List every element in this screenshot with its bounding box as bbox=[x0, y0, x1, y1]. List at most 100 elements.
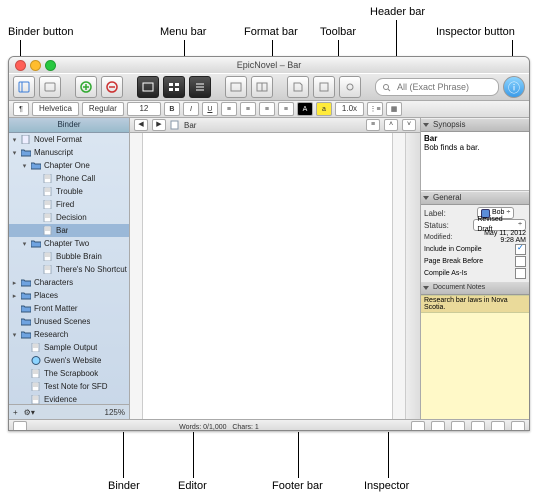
binder-item[interactable]: Phone Call bbox=[9, 172, 129, 185]
binder-item[interactable]: Bubble Brain bbox=[9, 250, 129, 263]
binder-item[interactable]: ▾Manuscript bbox=[9, 146, 129, 159]
binder-add-button[interactable]: + bbox=[13, 408, 18, 417]
align-center-button[interactable]: ≡ bbox=[240, 102, 256, 116]
editor-text-area[interactable] bbox=[130, 133, 405, 419]
footer-left-button[interactable] bbox=[13, 421, 27, 431]
footer-target-button[interactable] bbox=[411, 421, 425, 431]
line-spacing-select[interactable]: 1.0x bbox=[335, 102, 364, 116]
binder-item[interactable]: ▸Characters bbox=[9, 276, 129, 289]
nav-down-button[interactable]: ˅ bbox=[402, 119, 416, 131]
add-button[interactable] bbox=[75, 76, 97, 98]
binder-actions-button[interactable]: ⚙▾ bbox=[24, 408, 35, 417]
magnify-icon bbox=[382, 83, 391, 92]
binder-item[interactable]: The Scrapbook bbox=[9, 367, 129, 380]
general-header[interactable]: General bbox=[421, 191, 529, 205]
document-notes[interactable]: Research bar laws in Nova Scotia. bbox=[421, 295, 529, 419]
footer-view-button-3[interactable] bbox=[471, 421, 485, 431]
include-compile-checkbox[interactable] bbox=[515, 244, 526, 255]
synopsis-card[interactable]: Bar Bob finds a bar. bbox=[421, 132, 529, 191]
quickref-button[interactable] bbox=[313, 76, 335, 98]
nav-back-button[interactable]: ◀ bbox=[134, 119, 148, 131]
binder-item[interactable]: ▾Chapter One bbox=[9, 159, 129, 172]
synopsis-title: Bar bbox=[424, 134, 526, 143]
callout-binder: Binder bbox=[108, 480, 140, 492]
editor-menu-button[interactable]: ≡ bbox=[366, 119, 380, 131]
search-input[interactable] bbox=[395, 81, 492, 93]
page-break-checkbox[interactable] bbox=[515, 256, 526, 267]
format-bar: ¶ Helvetica Regular 12 B I U ≡ ≡ ≡ ≡ A a… bbox=[9, 101, 529, 118]
binder-button[interactable] bbox=[13, 76, 35, 98]
general-panel: Label:Bob÷ Status:Revised Draft÷ Modifie… bbox=[421, 205, 529, 281]
toolbar-extra-button[interactable] bbox=[339, 76, 361, 98]
binder-header: Binder bbox=[9, 118, 129, 133]
binder-item[interactable]: Decision bbox=[9, 211, 129, 224]
trash-button[interactable] bbox=[101, 76, 123, 98]
binder-footer: + ⚙▾ 125% bbox=[9, 404, 129, 419]
collections-button[interactable] bbox=[39, 76, 61, 98]
inspector-button[interactable]: ⓘ bbox=[503, 76, 525, 98]
footer-view-button-4[interactable] bbox=[491, 421, 505, 431]
page-break-label: Page Break Before bbox=[424, 258, 483, 265]
binder-item[interactable]: ▸Places bbox=[9, 289, 129, 302]
binder-item[interactable]: Test Note for SFD bbox=[9, 380, 129, 393]
editor-panel: ◀ ▶ Bar ≡ ˄ ˅ bbox=[130, 118, 421, 419]
callout-menu-bar: Menu bar bbox=[160, 26, 206, 38]
footer-view-button-2[interactable] bbox=[451, 421, 465, 431]
view-corkboard-button[interactable] bbox=[163, 76, 185, 98]
modified-label: Modified: bbox=[424, 234, 474, 241]
binder-item[interactable]: Sample Output bbox=[9, 341, 129, 354]
binder-item[interactable]: Evidence bbox=[9, 393, 129, 404]
binder-item[interactable]: Trouble bbox=[9, 185, 129, 198]
footer-view-button-5[interactable] bbox=[511, 421, 525, 431]
binder-item[interactable]: Fired bbox=[9, 198, 129, 211]
bold-button[interactable]: B bbox=[164, 102, 180, 116]
binder-item[interactable]: Front Matter bbox=[9, 302, 129, 315]
highlight-button[interactable]: a bbox=[316, 102, 332, 116]
align-justify-button[interactable]: ≡ bbox=[278, 102, 294, 116]
italic-button[interactable]: I bbox=[183, 102, 199, 116]
align-left-button[interactable]: ≡ bbox=[221, 102, 237, 116]
callout-toolbar: Toolbar bbox=[320, 26, 356, 38]
nav-fwd-button[interactable]: ▶ bbox=[152, 119, 166, 131]
table-button[interactable]: ▦ bbox=[386, 102, 402, 116]
styles-button[interactable]: ¶ bbox=[13, 102, 29, 116]
footer-view-button-1[interactable] bbox=[431, 421, 445, 431]
binder-item[interactable]: ▾Novel Format bbox=[9, 133, 129, 146]
compose-button[interactable] bbox=[225, 76, 247, 98]
list-button[interactable]: ⋮≡ bbox=[367, 102, 383, 116]
underline-button[interactable]: U bbox=[202, 102, 218, 116]
font-family-select[interactable]: Helvetica bbox=[32, 102, 79, 116]
notes-header[interactable]: Document Notes bbox=[421, 281, 529, 295]
compile-button[interactable] bbox=[287, 76, 309, 98]
binder-item[interactable]: Bar bbox=[9, 224, 129, 237]
search-field[interactable] bbox=[375, 78, 499, 96]
editor-scrollbar-v[interactable] bbox=[405, 133, 420, 419]
callout-editor: Editor bbox=[178, 480, 207, 492]
title-bar: EpicNovel – Bar bbox=[9, 57, 529, 73]
callout-footer-bar: Footer bar bbox=[272, 480, 323, 492]
view-scrivenings-button[interactable] bbox=[137, 76, 159, 98]
align-right-button[interactable]: ≡ bbox=[259, 102, 275, 116]
font-style-select[interactable]: Regular bbox=[82, 102, 124, 116]
synopsis-body: Bob finds a bar. bbox=[424, 143, 526, 152]
split-button[interactable] bbox=[251, 76, 273, 98]
font-size-select[interactable]: 12 bbox=[127, 102, 161, 116]
binder-item[interactable]: Gwen's Website bbox=[9, 354, 129, 367]
binder-item[interactable]: ▾Research bbox=[9, 328, 129, 341]
binder-item[interactable]: Unused Scenes bbox=[9, 315, 129, 328]
app-window: EpicNovel – Bar ⓘ ¶ Helvetica Regular 1 bbox=[8, 56, 530, 431]
callout-binder-button: Binder button bbox=[8, 26, 73, 38]
binder-item[interactable]: ▾Chapter Two bbox=[9, 237, 129, 250]
binder-item[interactable]: There's No Shortcut bbox=[9, 263, 129, 276]
synopsis-header[interactable]: Synopsis bbox=[421, 118, 529, 132]
nav-up-button[interactable]: ˄ bbox=[384, 119, 398, 131]
text-color-button[interactable]: A bbox=[297, 102, 313, 116]
editor-header-bar: ◀ ▶ Bar ≡ ˄ ˅ bbox=[130, 118, 420, 133]
include-compile-label: Include in Compile bbox=[424, 246, 482, 253]
view-outline-button[interactable] bbox=[189, 76, 211, 98]
binder-tree[interactable]: ▾Novel Format▾Manuscript▾Chapter OnePhon… bbox=[9, 133, 129, 404]
compile-asis-checkbox[interactable] bbox=[515, 268, 526, 279]
footer-bar: Words: 0/1,000 Chars: 1 bbox=[9, 419, 529, 431]
binder-zoom[interactable]: 125% bbox=[105, 408, 125, 417]
callout-inspector: Inspector bbox=[364, 480, 409, 492]
